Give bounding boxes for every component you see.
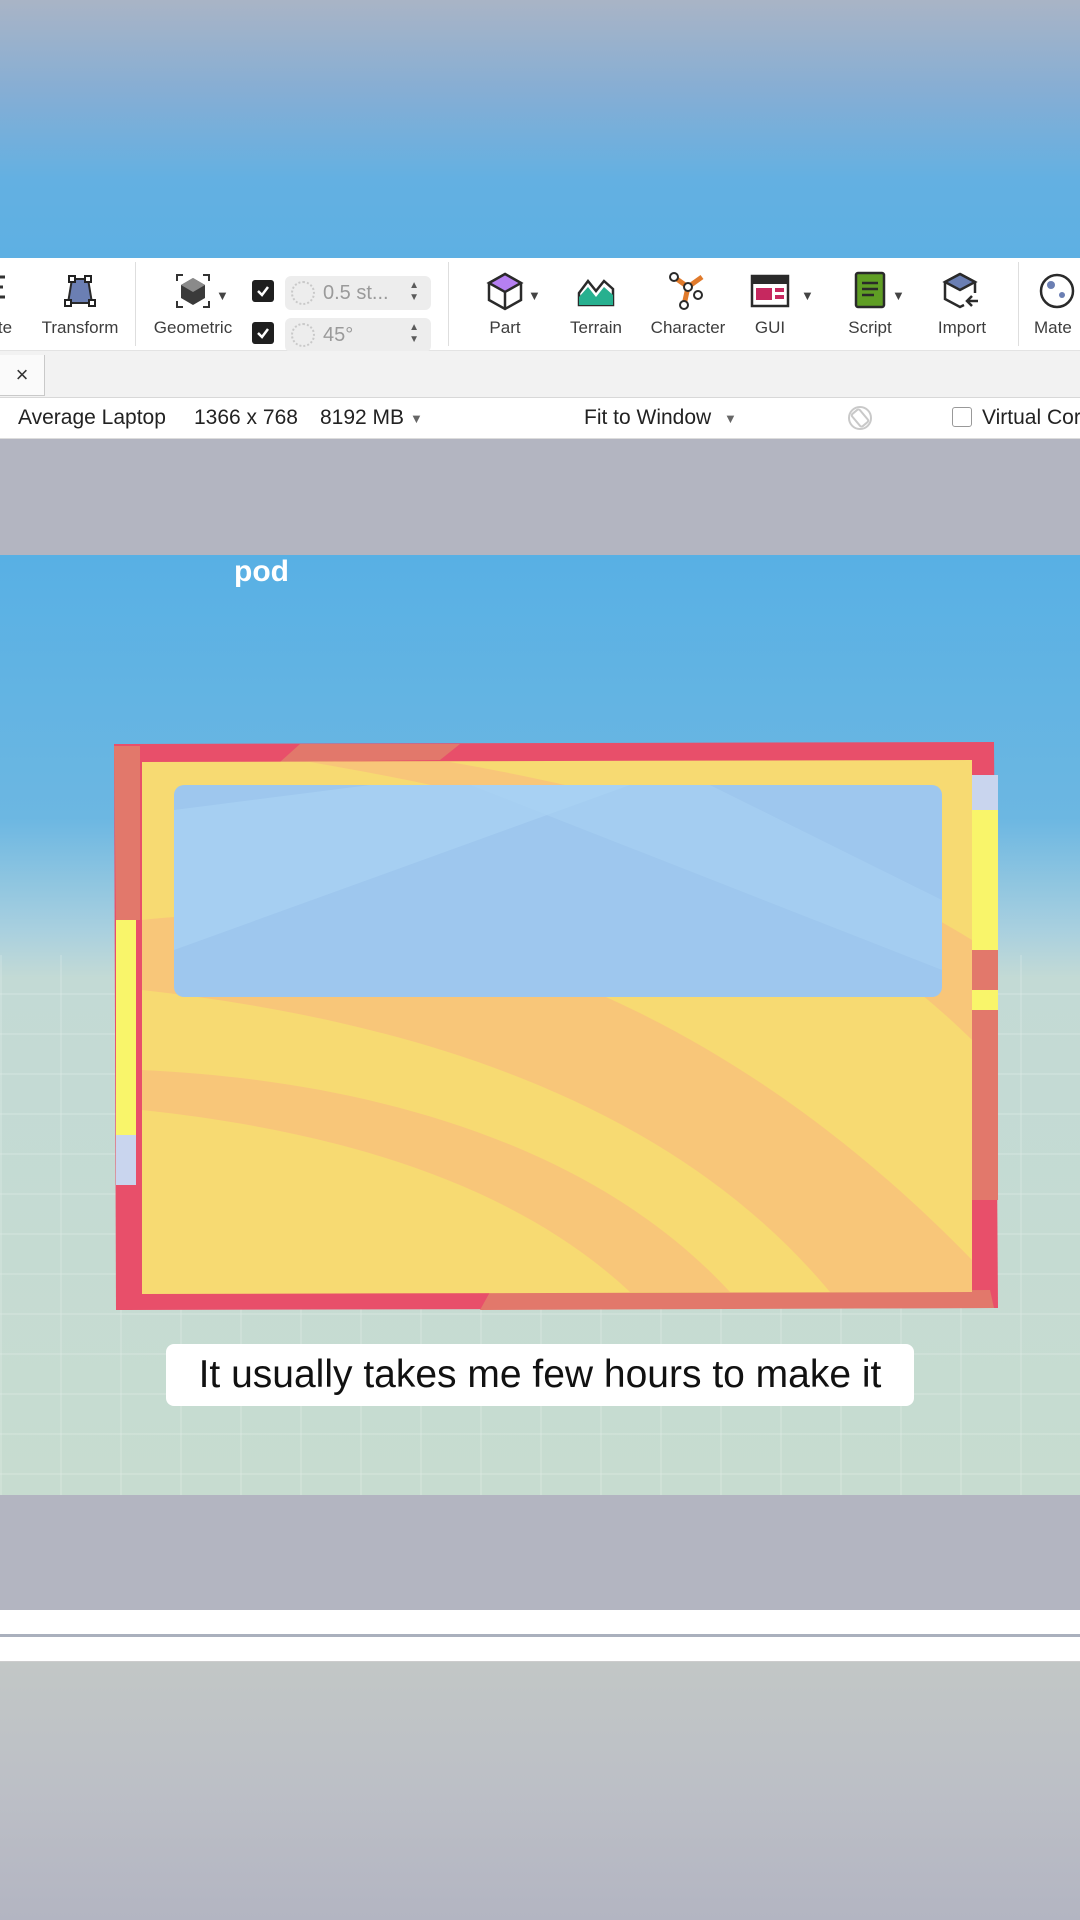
sky-background-bottom xyxy=(0,1662,1080,1920)
script-button[interactable]: Script xyxy=(830,258,910,350)
script-label: Script xyxy=(848,318,892,337)
character-button[interactable]: Character xyxy=(644,258,732,350)
part-dropdown-caret[interactable]: ▼ xyxy=(528,288,541,303)
snap-rotate-checkbox[interactable] xyxy=(252,322,274,344)
command-bar-strip xyxy=(0,1637,1080,1662)
snap-rotate-input[interactable]: 45° ▲ ▼ xyxy=(285,318,431,352)
geometric-cube-icon xyxy=(170,268,216,314)
virtual-cursor-label: Virtual Cor xyxy=(982,406,1080,429)
video-subtitle: It usually takes me few hours to make it xyxy=(166,1344,914,1406)
transform-button[interactable]: Transform xyxy=(38,258,122,350)
snap-rotate-value: 45° xyxy=(323,323,354,346)
gui-label: GUI xyxy=(754,318,786,337)
partial-tool[interactable]: te xyxy=(0,258,20,350)
material-sphere-icon xyxy=(1034,268,1080,314)
character-label: Character xyxy=(650,318,726,337)
script-dropdown-caret[interactable]: ▼ xyxy=(892,288,905,303)
terrain-label: Terrain xyxy=(570,318,622,337)
part-cube-icon xyxy=(482,268,528,314)
scale-select[interactable]: Fit to Window xyxy=(584,406,711,430)
partial-tool-label: te xyxy=(0,318,13,337)
ribbon-toolbar: te Transform Geometric ▼ 0.5 st... ▲ ▼ 4… xyxy=(0,258,1080,352)
part-button[interactable]: Part xyxy=(470,258,540,350)
letterbox-top xyxy=(0,439,1080,555)
gui-button[interactable]: GUI xyxy=(742,258,798,350)
import-icon xyxy=(939,268,985,314)
material-button[interactable]: Mate xyxy=(1034,258,1080,350)
gui-window-icon xyxy=(747,268,793,314)
device-emulator-bar: Average Laptop 1366 x 768 8192 MB ▼ Fit … xyxy=(0,398,1080,439)
close-tab-icon[interactable]: × xyxy=(0,355,45,396)
resolution-readout: 1366 x 768 xyxy=(194,406,298,429)
script-icon xyxy=(847,268,893,314)
toolbar-divider xyxy=(1018,262,1019,346)
geometric-button[interactable]: Geometric xyxy=(152,258,234,350)
memory-select[interactable]: 8192 MB xyxy=(320,406,404,430)
snap-move-input[interactable]: 0.5 st... ▲ ▼ xyxy=(285,276,431,310)
import-button[interactable]: Import xyxy=(928,258,996,350)
pod-label: pod xyxy=(234,555,289,588)
snap-move-checkbox[interactable] xyxy=(252,280,274,302)
snap-rotate-stepper[interactable]: ▲ ▼ xyxy=(409,322,419,346)
document-tab-bar: × xyxy=(0,351,1080,398)
geometric-label: Geometric xyxy=(153,318,233,337)
scale-dropdown-caret[interactable]: ▼ xyxy=(724,411,737,426)
letterbox-bottom xyxy=(0,1495,1080,1610)
virtual-cursor-checkbox[interactable] xyxy=(952,407,972,427)
frame-illustration xyxy=(114,742,998,1310)
snap-grid-icon xyxy=(291,281,315,305)
sky-background-top xyxy=(0,0,1080,258)
device-select[interactable]: Average Laptop xyxy=(18,406,166,430)
character-icon xyxy=(665,268,711,314)
memory-dropdown-caret[interactable]: ▼ xyxy=(410,411,423,426)
gui-dropdown-caret[interactable]: ▼ xyxy=(801,288,814,303)
transform-label: Transform xyxy=(41,318,119,337)
rotate-icon xyxy=(291,323,315,347)
geometric-dropdown-caret[interactable]: ▼ xyxy=(216,288,229,303)
import-label: Import xyxy=(937,318,987,337)
snap-move-value: 0.5 st... xyxy=(323,281,389,304)
toolbar-divider xyxy=(135,262,136,346)
orientation-icon[interactable] xyxy=(846,404,874,438)
terrain-button[interactable]: Terrain xyxy=(560,258,632,350)
part-label: Part xyxy=(489,318,521,337)
snap-move-stepper[interactable]: ▲ ▼ xyxy=(409,280,419,304)
material-label: Mate xyxy=(1034,318,1072,337)
transform-icon xyxy=(57,268,103,314)
gui-frame-model[interactable] xyxy=(110,740,1000,1312)
partial-tool-icon xyxy=(0,268,28,314)
output-panel-strip xyxy=(0,1610,1080,1634)
terrain-icon xyxy=(573,268,619,314)
toolbar-divider xyxy=(448,262,449,346)
